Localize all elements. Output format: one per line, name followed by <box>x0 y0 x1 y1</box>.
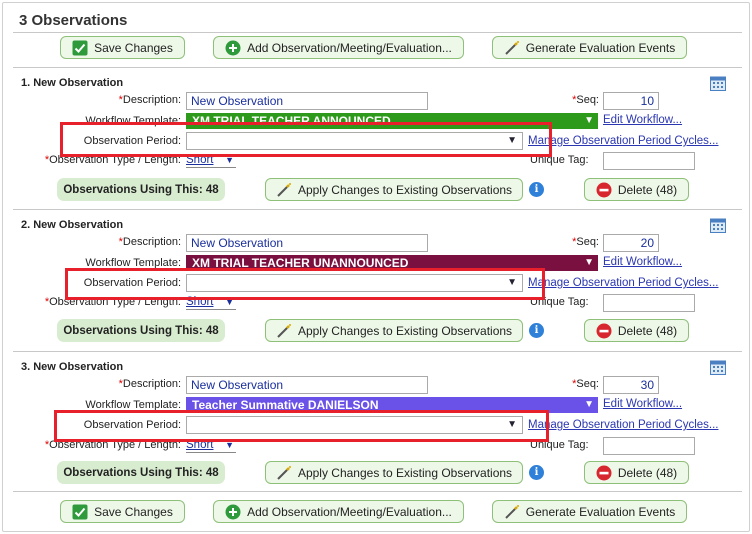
section-divider <box>13 351 742 352</box>
unique-tag-input[interactable] <box>603 294 695 312</box>
seq-label: *Seq: <box>572 94 599 106</box>
add-observation-button-top[interactable]: Add Observation/Meeting/Evaluation... <box>213 36 464 59</box>
wand-icon <box>504 40 520 56</box>
info-icon[interactable]: i <box>529 323 544 338</box>
wand-icon <box>276 323 292 339</box>
wand-icon <box>276 182 292 198</box>
observation-1-title: 1. New Observation <box>21 77 124 89</box>
check-icon <box>72 504 88 520</box>
info-icon[interactable]: i <box>529 182 544 197</box>
edit-workflow-link[interactable]: Edit Workflow... <box>603 398 682 410</box>
description-label: *Description: <box>118 236 181 248</box>
wand-icon <box>504 504 520 520</box>
apply-changes-button[interactable]: Apply Changes to Existing Observations <box>265 319 523 342</box>
generate-events-button-bottom[interactable]: Generate Evaluation Events <box>492 500 687 523</box>
seq-input[interactable]: 10 <box>603 92 659 110</box>
section-divider <box>13 209 742 210</box>
plus-circle-icon <box>225 40 241 56</box>
observation-3-title: 3. New Observation <box>21 361 124 373</box>
wand-icon <box>276 465 292 481</box>
manage-period-cycles-link[interactable]: Manage Observation Period Cycles... <box>528 135 718 147</box>
chevron-down-icon: ▼ <box>584 257 594 268</box>
plus-circle-icon <box>225 504 241 520</box>
description-input[interactable]: New Observation <box>186 234 428 252</box>
observations-using-badge: Observations Using This: 48 <box>57 319 225 342</box>
minus-circle-icon <box>596 323 612 339</box>
add-observation-button-bottom[interactable]: Add Observation/Meeting/Evaluation... <box>213 500 464 523</box>
section-divider <box>13 491 742 492</box>
generate-events-label: Generate Evaluation Events <box>525 504 676 519</box>
save-changes-button-top[interactable]: Save Changes <box>60 36 185 59</box>
delete-button[interactable]: Delete (48) <box>584 319 689 342</box>
info-icon[interactable]: i <box>529 465 544 480</box>
apply-changes-button[interactable]: Apply Changes to Existing Observations <box>265 178 523 201</box>
minus-circle-icon <box>596 465 612 481</box>
check-icon <box>72 40 88 56</box>
calendar-icon[interactable] <box>710 359 726 375</box>
highlight-box <box>60 122 552 157</box>
description-input[interactable]: New Observation <box>186 376 428 394</box>
toolbar-divider <box>13 67 742 68</box>
minus-circle-icon <box>596 182 612 198</box>
highlight-box <box>65 268 545 300</box>
observations-using-badge: Observations Using This: 48 <box>57 178 225 201</box>
observation-2-title: 2. New Observation <box>21 219 124 231</box>
seq-input[interactable]: 30 <box>603 376 659 394</box>
seq-label: *Seq: <box>572 378 599 390</box>
add-observation-label: Add Observation/Meeting/Evaluation... <box>247 40 452 55</box>
description-label: *Description: <box>118 378 181 390</box>
highlight-box <box>54 410 549 442</box>
edit-workflow-link[interactable]: Edit Workflow... <box>603 114 682 126</box>
calendar-icon[interactable] <box>710 217 726 233</box>
chevron-down-icon: ▼ <box>584 399 594 410</box>
apply-changes-button[interactable]: Apply Changes to Existing Observations <box>265 461 523 484</box>
save-changes-label: Save Changes <box>94 40 173 55</box>
save-changes-label: Save Changes <box>94 504 173 519</box>
unique-tag-input[interactable] <box>603 152 695 170</box>
manage-period-cycles-link[interactable]: Manage Observation Period Cycles... <box>528 277 718 289</box>
generate-events-label: Generate Evaluation Events <box>525 40 676 55</box>
title-divider <box>13 32 742 33</box>
generate-events-button-top[interactable]: Generate Evaluation Events <box>492 36 687 59</box>
delete-button[interactable]: Delete (48) <box>584 461 689 484</box>
edit-workflow-link[interactable]: Edit Workflow... <box>603 256 682 268</box>
chevron-down-icon: ▼ <box>584 115 594 126</box>
observations-using-badge: Observations Using This: 48 <box>57 461 225 484</box>
seq-input[interactable]: 20 <box>603 234 659 252</box>
description-label: *Description: <box>118 94 181 106</box>
page-title: 3 Observations <box>19 12 128 29</box>
manage-period-cycles-link[interactable]: Manage Observation Period Cycles... <box>528 419 718 431</box>
description-input[interactable]: New Observation <box>186 92 428 110</box>
add-observation-label: Add Observation/Meeting/Evaluation... <box>247 504 452 519</box>
seq-label: *Seq: <box>572 236 599 248</box>
calendar-icon[interactable] <box>710 75 726 91</box>
save-changes-button-bottom[interactable]: Save Changes <box>60 500 185 523</box>
unique-tag-input[interactable] <box>603 437 695 455</box>
delete-button[interactable]: Delete (48) <box>584 178 689 201</box>
